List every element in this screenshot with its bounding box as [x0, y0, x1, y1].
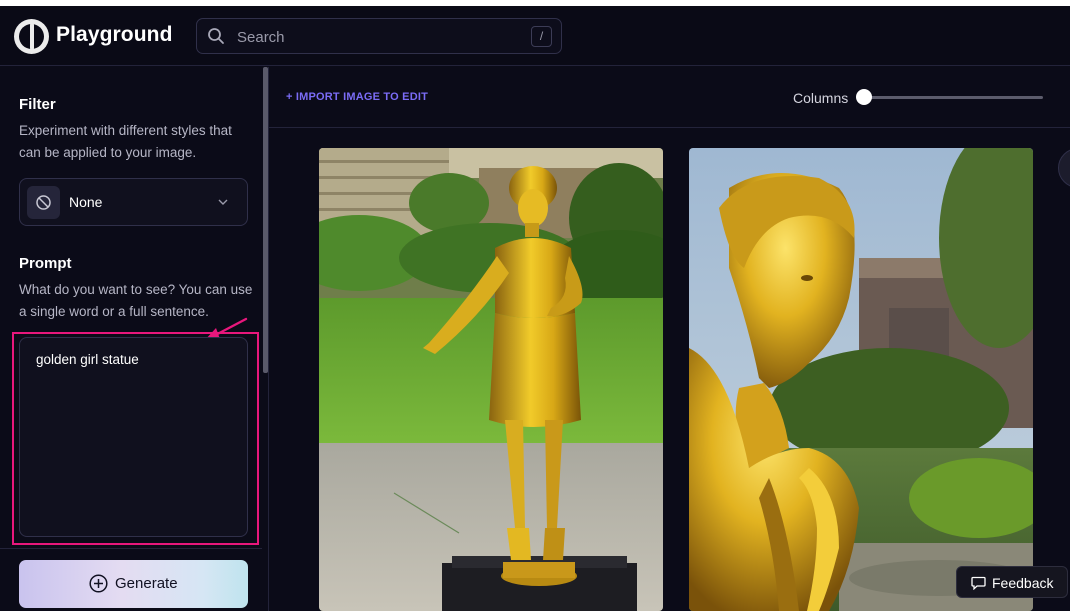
chat-bubble-icon [971, 576, 986, 590]
playground-logo-icon[interactable] [14, 19, 49, 54]
brand-name[interactable]: Playground [56, 23, 173, 47]
feedback-label: Feedback [992, 575, 1054, 591]
prompt-title: Prompt [19, 255, 72, 272]
chevron-down-icon [218, 199, 228, 205]
no-filter-icon [36, 195, 51, 210]
filter-title: Filter [19, 96, 56, 113]
generated-image-2[interactable] [689, 148, 1033, 611]
statue-standing-image [319, 148, 663, 611]
generate-button[interactable]: Generate [19, 560, 248, 608]
search-icon [208, 28, 224, 44]
scroll-right-button[interactable] [1058, 148, 1070, 188]
prompt-textarea[interactable]: golden girl statue [19, 337, 248, 537]
import-image-button[interactable]: + IMPORT IMAGE TO EDIT [286, 91, 428, 103]
generate-button-label: Generate [115, 575, 178, 592]
generated-image-1[interactable] [319, 148, 663, 611]
filter-description: Experiment with different styles that ca… [19, 123, 232, 160]
search-input[interactable] [237, 27, 517, 47]
statue-bust-image [689, 148, 1033, 611]
columns-slider-track[interactable] [863, 96, 1043, 99]
main-canvas: + IMPORT IMAGE TO EDIT Columns [269, 67, 1070, 611]
columns-slider-thumb[interactable] [856, 89, 872, 105]
search-shortcut-key: / [531, 26, 552, 47]
filter-none-icon-box [27, 186, 60, 219]
generate-divider [0, 548, 262, 549]
search-bar[interactable]: / [196, 18, 562, 54]
columns-label: Columns [793, 90, 849, 106]
app-window: Playground / Filter Experiment with diff… [0, 6, 1070, 611]
sidebar: Filter Experiment with different styles … [0, 67, 262, 611]
top-header: Playground / [0, 6, 1070, 66]
plus-circle-icon [89, 574, 108, 593]
feedback-button[interactable]: Feedback [956, 566, 1068, 598]
canvas-toolbar: + IMPORT IMAGE TO EDIT Columns [269, 67, 1070, 128]
prompt-text-value: golden girl statue [36, 352, 139, 367]
filter-selected-value: None [69, 194, 103, 210]
filter-select[interactable]: None [19, 178, 248, 226]
